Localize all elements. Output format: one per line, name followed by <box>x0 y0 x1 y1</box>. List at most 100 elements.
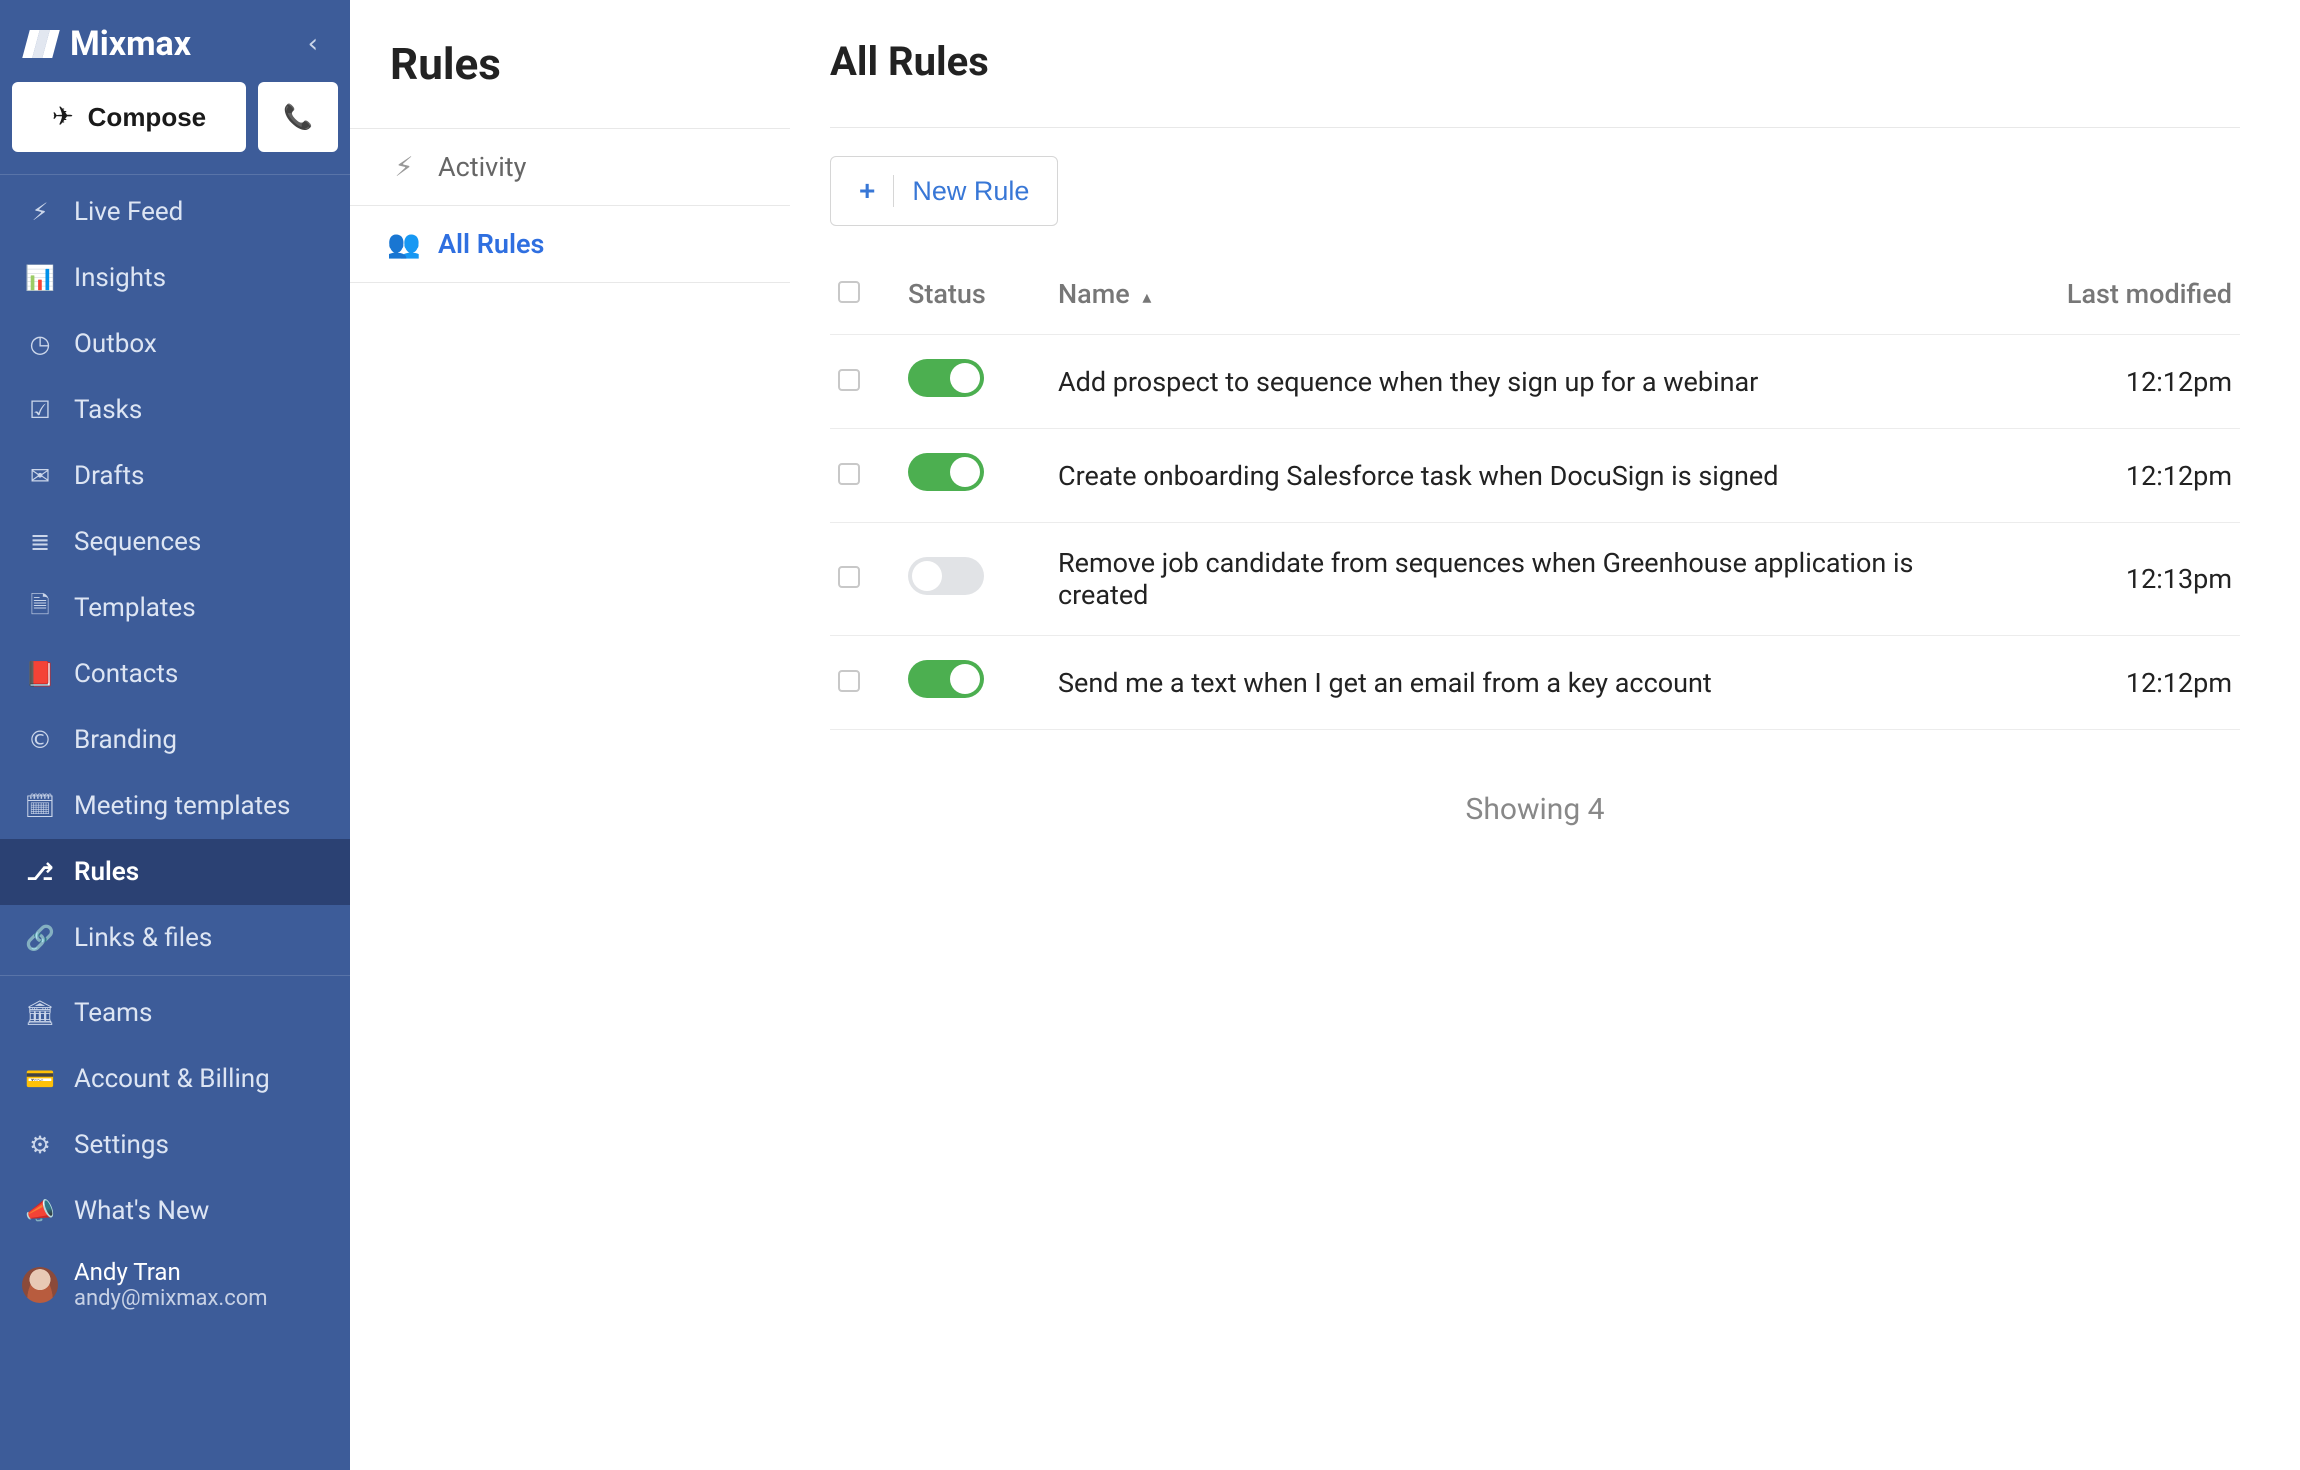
call-button[interactable]: 📞 <box>258 82 338 152</box>
sidebar-item-rules[interactable]: ⎇ Rules <box>0 839 350 905</box>
status-toggle[interactable] <box>908 359 984 397</box>
new-rule-button[interactable]: + New Rule <box>830 156 1058 226</box>
toggle-knob <box>912 561 942 591</box>
sidebar-item-live-feed[interactable]: ⚡ Live Feed <box>0 179 350 245</box>
rule-last-modified: 12:12pm <box>2000 429 2240 523</box>
sidebar-item-contacts[interactable]: 📕Contacts <box>0 641 350 707</box>
row-status-cell <box>900 523 1050 636</box>
rule-name[interactable]: Send me a text when I get an email from … <box>1050 636 2000 730</box>
gear-icon: ⚙ <box>26 1131 54 1159</box>
bolt-icon: ⚡ <box>26 198 54 226</box>
rule-name[interactable]: Remove job candidate from sequences when… <box>1050 523 2000 636</box>
row-select-cell <box>830 335 900 429</box>
table-row[interactable]: Add prospect to sequence when they sign … <box>830 335 2240 429</box>
brand-logo-icon <box>24 30 58 58</box>
name-header-label: Name <box>1058 278 1130 310</box>
row-select-cell <box>830 429 900 523</box>
row-select-cell <box>830 523 900 636</box>
phone-icon: 📞 <box>283 103 313 131</box>
sidebar-item-branding[interactable]: ©Branding <box>0 707 350 773</box>
sidebar-item-outbox[interactable]: ◷Outbox <box>0 311 350 377</box>
row-checkbox[interactable] <box>838 463 860 485</box>
sidebar-item-label: Contacts <box>74 659 178 689</box>
sidebar-item-insights[interactable]: 📊 Insights <box>0 245 350 311</box>
compose-button[interactable]: ✈ Compose <box>12 82 246 152</box>
sub-item-label: All Rules <box>438 228 544 260</box>
sub-item-label: Activity <box>438 151 526 183</box>
rules-table: Status Name ▴ Last modified Add prospect… <box>830 254 2240 730</box>
sidebar-item-account-billing[interactable]: 💳 Account & Billing <box>0 1046 350 1112</box>
envelope-icon: ✉ <box>26 462 54 490</box>
card-icon: 💳 <box>26 1065 54 1093</box>
sidebar-header: Mixmax ‹ <box>0 0 350 82</box>
branch-icon: ⎇ <box>26 858 54 886</box>
table-row[interactable]: Send me a text when I get an email from … <box>830 636 2240 730</box>
rule-name[interactable]: Create onboarding Salesforce task when D… <box>1050 429 2000 523</box>
row-status-cell <box>900 636 1050 730</box>
sidebar-item-templates[interactable]: 🗎Templates <box>0 575 350 641</box>
chevron-left-icon: ‹ <box>308 29 318 59</box>
row-status-cell <box>900 429 1050 523</box>
new-rule-label: New Rule <box>912 176 1029 207</box>
row-checkbox[interactable] <box>838 566 860 588</box>
sub-panel-title: Rules <box>350 38 790 128</box>
paperplane-icon: ✈ <box>52 102 74 132</box>
table-header-row: Status Name ▴ Last modified <box>830 254 2240 335</box>
user-text: Andy Tran andy@mixmax.com <box>74 1258 268 1311</box>
sidebar-item-links-files[interactable]: 🔗Links & files <box>0 905 350 971</box>
rule-name[interactable]: Add prospect to sequence when they sign … <box>1050 335 2000 429</box>
sidebar-item-sequences[interactable]: ≣Sequences <box>0 509 350 575</box>
compose-row: ✈ Compose 📞 <box>0 82 350 170</box>
sidebar-item-drafts[interactable]: ✉ Drafts <box>0 443 350 509</box>
sidebar-item-label: Rules <box>74 857 139 887</box>
last-modified-header[interactable]: Last modified <box>2000 254 2240 335</box>
sidebar-item-teams[interactable]: 🏛 Teams <box>0 980 350 1046</box>
sidebar-item-label: Tasks <box>74 395 142 425</box>
sidebar-item-label: Account & Billing <box>74 1064 270 1094</box>
sidebar-item-label: Teams <box>74 998 152 1028</box>
user-footer[interactable]: Andy Tran andy@mixmax.com <box>0 1244 350 1329</box>
nav-list-primary: ⚡ Live Feed 📊 Insights ◷Outbox☑Tasks ✉ Drafts ≣… <box>0 179 350 971</box>
row-checkbox[interactable] <box>838 369 860 391</box>
sidebar-item-settings[interactable]: ⚙ Settings <box>0 1112 350 1178</box>
calendar-icon: 🗓 <box>26 792 54 820</box>
main-content: All Rules + New Rule Status Name ▴ Last … <box>790 0 2300 1470</box>
sub-item-activity[interactable]: ⚡Activity <box>350 128 790 206</box>
status-header[interactable]: Status <box>900 254 1050 335</box>
sidebar-item-label: Insights <box>74 263 166 293</box>
status-toggle[interactable] <box>908 557 984 595</box>
user-email: andy@mixmax.com <box>74 1286 268 1311</box>
select-all-checkbox[interactable] <box>838 281 860 303</box>
sub-panel: Rules ⚡Activity👥All Rules <box>350 0 790 1470</box>
sidebar-item-label: Live Feed <box>74 197 183 227</box>
collapse-sidebar-button[interactable]: ‹ <box>300 25 326 63</box>
name-header[interactable]: Name ▴ <box>1050 254 2000 335</box>
sidebar-item-meeting-templates[interactable]: 🗓Meeting templates <box>0 773 350 839</box>
sidebar-item-tasks[interactable]: ☑Tasks <box>0 377 350 443</box>
toggle-knob <box>950 457 980 487</box>
row-checkbox[interactable] <box>838 670 860 692</box>
chart-icon: 📊 <box>26 264 54 292</box>
toggle-knob <box>950 363 980 393</box>
nav-list-secondary: 🏛 Teams 💳 Account & Billing ⚙ Settings 📣What's… <box>0 980 350 1244</box>
brand[interactable]: Mixmax <box>24 24 191 64</box>
table-row[interactable]: Remove job candidate from sequences when… <box>830 523 2240 636</box>
divider <box>0 174 350 175</box>
toolbar: + New Rule <box>830 128 2240 254</box>
sidebar-item-label: Links & files <box>74 923 212 953</box>
sub-item-all-rules[interactable]: 👥All Rules <box>350 206 790 283</box>
building-icon: 🏛 <box>26 999 54 1027</box>
sidebar-item-label: Sequences <box>74 527 201 557</box>
copyright-icon: © <box>26 726 54 754</box>
sidebar-item-label: Drafts <box>74 461 144 491</box>
sidebar-item-whats-new[interactable]: 📣What's New <box>0 1178 350 1244</box>
table-row[interactable]: Create onboarding Salesforce task when D… <box>830 429 2240 523</box>
avatar <box>22 1267 58 1303</box>
rule-last-modified: 12:13pm <box>2000 523 2240 636</box>
sort-asc-icon: ▴ <box>1142 287 1151 308</box>
status-toggle[interactable] <box>908 453 984 491</box>
page-title: All Rules <box>830 38 2240 128</box>
status-toggle[interactable] <box>908 660 984 698</box>
plus-icon: + <box>859 175 894 207</box>
sidebar-item-label: Settings <box>74 1130 169 1160</box>
